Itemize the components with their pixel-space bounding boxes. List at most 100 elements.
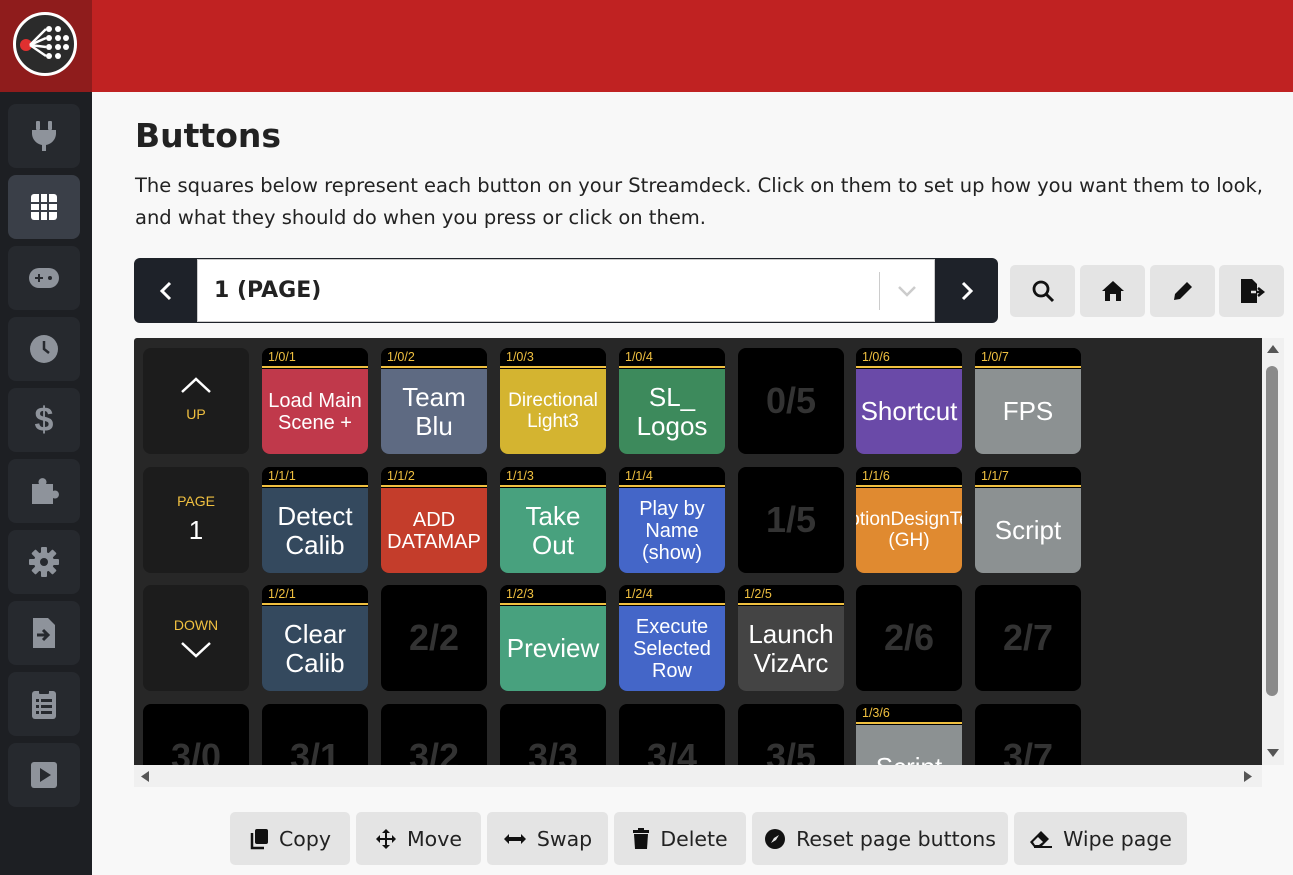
delete-button[interactable]: Delete xyxy=(614,812,746,865)
sidebar-item-emulator[interactable] xyxy=(8,743,80,807)
stream-button[interactable]: 1/1/7 Script xyxy=(975,467,1081,573)
stream-button[interactable]: 1/1/4 Play by Name (show) xyxy=(619,467,725,573)
empty-button-slot[interactable]: 2/2 xyxy=(381,585,487,691)
button-location-label: 1/2/3 xyxy=(500,585,606,605)
button-location-label: 1/1/4 xyxy=(619,467,725,487)
empty-button-slot[interactable]: 3/4 xyxy=(619,704,725,765)
page-description: The squares below represent each button … xyxy=(135,174,1264,229)
slot-label: 3/7 xyxy=(1002,736,1054,765)
search-button[interactable] xyxy=(1010,265,1075,317)
stream-button[interactable]: 1/1/3 Take Out xyxy=(500,467,606,573)
button-location-label: 1/2/5 xyxy=(738,585,844,605)
vertical-scrollbar[interactable] xyxy=(1262,338,1284,765)
page-navigator: 1 (PAGE) xyxy=(134,258,998,323)
search-icon xyxy=(1032,280,1054,303)
chevron-down-icon xyxy=(181,642,211,658)
button-location-label: 1/0/4 xyxy=(619,348,725,368)
stream-button[interactable]: 1/0/4 SL_ Logos xyxy=(619,348,725,454)
eraser-icon xyxy=(1030,830,1053,848)
empty-button-slot[interactable]: 3/5 xyxy=(738,704,844,765)
stream-button[interactable]: 1/1/1 Detect Calib xyxy=(262,467,368,573)
page-select-value: 1 (PAGE) xyxy=(214,278,322,303)
sidebar-item-settings[interactable] xyxy=(8,530,80,594)
stream-button[interactable]: 1/2/3 Preview xyxy=(500,585,606,691)
sidebar-item-connections[interactable] xyxy=(8,104,80,168)
stream-button[interactable]: 1/1/6MotionDesignTest (GH) xyxy=(856,467,962,573)
plug-icon xyxy=(32,121,56,151)
clock-icon xyxy=(30,335,58,363)
page-select[interactable]: 1 (PAGE) xyxy=(197,259,935,322)
button-face-text: Directional Light3 xyxy=(500,369,606,454)
next-page-button[interactable] xyxy=(935,258,998,323)
chevron-down-icon[interactable] xyxy=(880,285,934,297)
pencil-icon xyxy=(1173,282,1192,300)
chevron-up-icon xyxy=(181,377,211,393)
empty-button-slot[interactable]: 3/0 xyxy=(143,704,249,765)
wipe-page-button[interactable]: Wipe page xyxy=(1014,812,1187,865)
export-page-button[interactable] xyxy=(1219,265,1284,317)
button-location-label: 1/2/4 xyxy=(619,585,725,605)
reset-page-buttons-label: Reset page buttons xyxy=(796,826,996,851)
slot-label: 2/2 xyxy=(408,617,460,658)
sidebar-item-buttons[interactable] xyxy=(8,175,80,239)
empty-button-slot[interactable]: 0/5 xyxy=(738,348,844,454)
sidebar-item-import-export[interactable] xyxy=(8,601,80,665)
button-location-label: 1/1/1 xyxy=(262,467,368,487)
page-down-label: DOWN xyxy=(173,617,219,633)
move-button[interactable]: Move xyxy=(356,812,481,865)
stream-button[interactable]: 1/1/2 ADD DATAMAP xyxy=(381,467,487,573)
empty-button-slot[interactable]: 3/1 xyxy=(262,704,368,765)
sidebar-item-surfaces[interactable] xyxy=(8,246,80,310)
slot-label: 3/0 xyxy=(170,736,222,765)
empty-button-slot[interactable]: 3/3 xyxy=(500,704,606,765)
stream-button[interactable]: 1/0/2 Team Blu xyxy=(381,348,487,454)
button-face-text: Shortcut xyxy=(856,369,962,454)
stream-button[interactable]: 1/2/4 Execute Selected Row xyxy=(619,585,725,691)
stream-button[interactable]: 1/3/6Script xyxy=(856,704,962,765)
reset-page-buttons-button[interactable]: Reset page buttons xyxy=(752,812,1008,865)
sidebar-item-modules[interactable] xyxy=(8,459,80,523)
prev-page-button[interactable] xyxy=(134,258,197,323)
button-face-text: Execute Selected Row xyxy=(619,606,725,691)
stream-button[interactable]: 1/2/5 Launch VizArc xyxy=(738,585,844,691)
page-up-button[interactable]: UP xyxy=(143,348,249,454)
page-number-button[interactable]: PAGE 1 xyxy=(143,467,249,573)
arrows-swap-icon xyxy=(503,833,526,844)
swap-button[interactable]: Swap xyxy=(487,812,608,865)
empty-button-slot[interactable]: 3/2 xyxy=(381,704,487,765)
button-face-text: Play by Name (show) xyxy=(619,488,725,573)
sidebar: $ xyxy=(0,92,92,875)
button-location-label: 1/0/2 xyxy=(381,348,487,368)
empty-button-slot[interactable]: 3/7 xyxy=(975,704,1081,765)
button-location-label: 1/0/6 xyxy=(856,348,962,368)
stream-button[interactable]: 1/0/7 FPS xyxy=(975,348,1081,454)
stream-button[interactable]: 1/2/1 Clear Calib xyxy=(262,585,368,691)
button-face-text: SL_ Logos xyxy=(619,369,725,454)
edit-page-button[interactable] xyxy=(1150,265,1215,317)
logo-area[interactable] xyxy=(0,0,92,92)
home-button[interactable] xyxy=(1080,265,1145,317)
file-import-icon xyxy=(33,618,55,648)
page-up-label: UP xyxy=(186,406,206,422)
copy-button[interactable]: Copy xyxy=(230,812,350,865)
vertical-scroll-thumb[interactable] xyxy=(1266,366,1278,696)
clipboard-list-icon xyxy=(32,689,56,719)
empty-button-slot[interactable]: 1/5 xyxy=(738,467,844,573)
empty-button-slot[interactable]: 2/7 xyxy=(975,585,1081,691)
chevron-right-icon xyxy=(961,281,973,300)
stream-button[interactable]: 1/0/3 Directional Light3 xyxy=(500,348,606,454)
sidebar-item-log[interactable] xyxy=(8,672,80,736)
button-face-text: Load Main Scene + xyxy=(262,369,368,454)
page-down-button[interactable]: DOWN xyxy=(143,585,249,691)
sidebar-item-variables[interactable]: $ xyxy=(8,388,80,452)
home-icon xyxy=(1101,281,1124,301)
stream-button[interactable]: 1/0/6 Shortcut xyxy=(856,348,962,454)
top-bar xyxy=(0,0,1293,92)
sidebar-item-triggers[interactable] xyxy=(8,317,80,381)
slot-label: 3/2 xyxy=(408,736,460,765)
empty-button-slot[interactable]: 2/6 xyxy=(856,585,962,691)
horizontal-scrollbar[interactable] xyxy=(134,765,1262,787)
button-face-text: Detect Calib xyxy=(262,488,368,573)
stream-button[interactable]: 1/0/1 Load Main Scene + xyxy=(262,348,368,454)
app-logo xyxy=(13,12,77,76)
